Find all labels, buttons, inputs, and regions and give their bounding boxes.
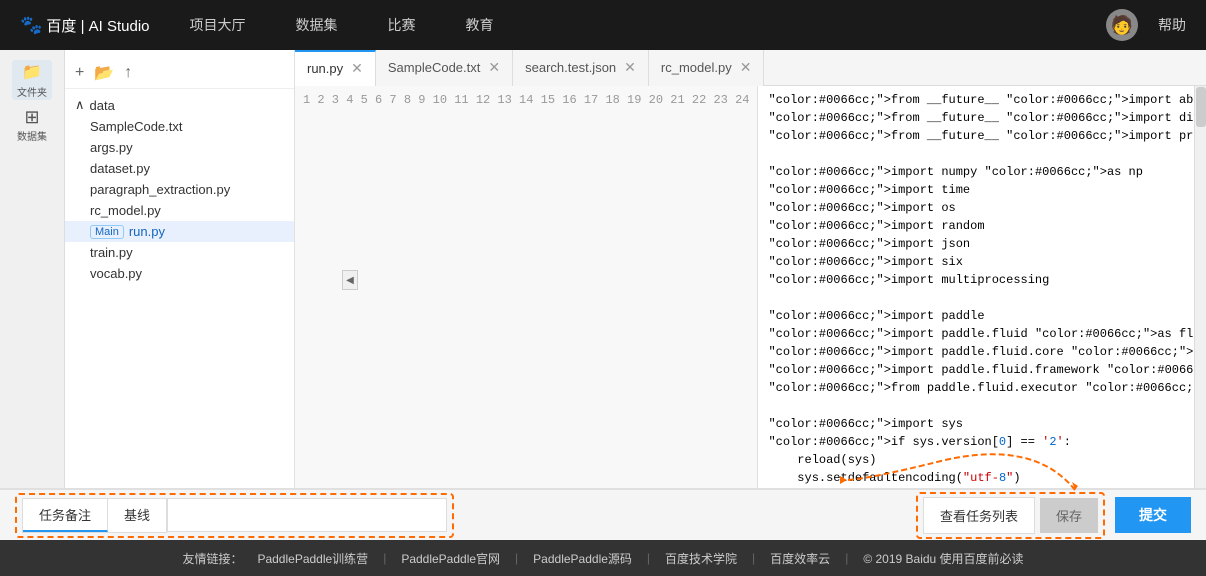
submit-button[interactable]: 提交 — [1115, 497, 1191, 533]
code-content[interactable]: "color:#0066cc;">from __future__ "color:… — [758, 86, 1194, 488]
view-tasks-button[interactable]: 查看任务列表 — [923, 497, 1035, 534]
logo: 🐾 百度 | AI Studio — [20, 15, 150, 36]
file-vocab[interactable]: vocab.py — [65, 263, 294, 284]
logo-text: 百度 | AI Studio — [46, 15, 149, 36]
nav-links: 项目大厅 数据集 比赛 教育 — [190, 15, 1106, 35]
file-label-runpy: run.py — [129, 224, 165, 239]
folder-label: data — [90, 98, 115, 113]
footer-baidutechacademy[interactable]: 百度技术学院 — [665, 550, 737, 567]
nav-education[interactable]: 教育 — [466, 15, 494, 35]
tab-close-samplecode[interactable]: ✕ — [488, 59, 500, 76]
file-samplecode[interactable]: SampleCode.txt — [65, 116, 294, 137]
tab-runpy[interactable]: run.py ✕ — [295, 50, 376, 86]
tab-label-samplecode: SampleCode.txt — [388, 60, 481, 75]
tab-label-searchtest: search.test.json — [525, 60, 616, 75]
nav-datasets[interactable]: 数据集 — [296, 15, 338, 35]
file-folder-icon: 📁 — [22, 62, 42, 82]
file-label-vocab: vocab.py — [90, 266, 142, 281]
tab-samplecode[interactable]: SampleCode.txt ✕ — [376, 50, 513, 86]
file-dataset[interactable]: dataset.py — [65, 158, 294, 179]
grid-icon: ⊞ — [24, 107, 39, 128]
file-tree-header: + 📂 ↑ — [65, 58, 294, 89]
tab-label-rcmodel: rc_model.py — [661, 60, 732, 75]
file-label-rcmodel: rc_model.py — [90, 203, 161, 218]
footer: 友情链接： PaddlePaddle训练营 | PaddlePaddle官网 |… — [0, 540, 1206, 576]
baidu-paw-icon: 🐾 — [20, 15, 42, 36]
tab-task-notes[interactable]: 任务备注 — [23, 499, 108, 532]
sidebar-files[interactable]: 📁 文件夹 — [12, 60, 52, 100]
tab-close-runpy[interactable]: ✕ — [351, 60, 363, 77]
sidebar: 📁 文件夹 ⊞ 数据集 — [0, 50, 65, 488]
new-folder-button[interactable]: 📂 — [94, 63, 114, 83]
bottom-tabs-section: 任务备注 基线 — [15, 493, 454, 538]
sidebar-files-label: 文件夹 — [17, 84, 47, 99]
help-link[interactable]: 帮助 — [1158, 15, 1186, 35]
right-action-section: 查看任务列表 保存 — [916, 492, 1105, 539]
file-tree: + 📂 ↑ ∧ data SampleCode.txt args.py data… — [65, 50, 295, 488]
nav-right: 🧑 帮助 — [1106, 9, 1186, 41]
new-file-button[interactable]: + — [75, 64, 84, 82]
file-label-paragraph: paragraph_extraction.py — [90, 182, 230, 197]
file-label-dataset: dataset.py — [90, 161, 150, 176]
tab-label-runpy: run.py — [307, 61, 343, 76]
top-navigation: 🐾 百度 | AI Studio 项目大厅 数据集 比赛 教育 🧑 帮助 — [0, 0, 1206, 50]
footer-paddleofficial[interactable]: PaddlePaddle官网 — [401, 550, 500, 567]
upload-button[interactable]: ↑ — [124, 64, 132, 82]
dashed-right-group: 查看任务列表 保存 — [916, 492, 1105, 539]
main-tag: Main — [90, 225, 124, 239]
footer-paddlecamp[interactable]: PaddlePaddle训练营 — [257, 550, 368, 567]
main-layout: 📁 文件夹 ⊞ 数据集 + 📂 ↑ ∧ data SampleCode.txt … — [0, 50, 1206, 488]
tab-searchtest[interactable]: search.test.json ✕ — [513, 50, 649, 86]
file-train[interactable]: train.py — [65, 242, 294, 263]
editor-area: run.py ✕ SampleCode.txt ✕ search.test.js… — [295, 50, 1206, 488]
footer-baiduefficiency[interactable]: 百度效率云 — [770, 550, 830, 567]
bottom-bar: 任务备注 基线 查看任务列表 保存 提交 — [0, 488, 1206, 540]
line-numbers: 1 2 3 4 5 6 7 8 9 10 11 12 13 14 15 16 1… — [295, 86, 758, 488]
tab-rcmodel[interactable]: rc_model.py ✕ — [649, 50, 765, 86]
footer-prefix: 友情链接： — [182, 550, 242, 567]
sidebar-datasets-label: 数据集 — [17, 128, 47, 143]
vertical-scrollbar[interactable] — [1194, 86, 1206, 488]
tab-baseline[interactable]: 基线 — [108, 499, 166, 532]
file-label-samplecode: SampleCode.txt — [90, 119, 183, 134]
code-editor[interactable]: 1 2 3 4 5 6 7 8 9 10 11 12 13 14 15 16 1… — [295, 86, 1206, 488]
file-label-train: train.py — [90, 245, 133, 260]
file-args[interactable]: args.py — [65, 137, 294, 158]
file-rcmodel[interactable]: rc_model.py — [65, 200, 294, 221]
avatar[interactable]: 🧑 — [1106, 9, 1138, 41]
task-input[interactable] — [167, 498, 447, 532]
collapse-panel-button[interactable]: ◀ — [342, 270, 358, 290]
nav-projects[interactable]: 项目大厅 — [190, 15, 246, 35]
file-paragraph[interactable]: paragraph_extraction.py — [65, 179, 294, 200]
nav-competition[interactable]: 比赛 — [388, 15, 416, 35]
sidebar-datasets[interactable]: ⊞ 数据集 — [12, 105, 52, 145]
footer-paddlesource[interactable]: PaddlePaddle源码 — [533, 550, 632, 567]
tab-close-searchtest[interactable]: ✕ — [624, 59, 636, 76]
bottom-tabs: 任务备注 基线 — [22, 498, 167, 533]
folder-data[interactable]: ∧ data — [65, 94, 294, 116]
save-button[interactable]: 保存 — [1040, 498, 1098, 533]
editor-tabs: run.py ✕ SampleCode.txt ✕ search.test.js… — [295, 50, 1206, 86]
scrollbar-thumb[interactable] — [1196, 87, 1206, 127]
footer-copyright: © 2019 Baidu 使用百度前必读 — [863, 550, 1023, 567]
file-label-args: args.py — [90, 140, 133, 155]
tab-close-rcmodel[interactable]: ✕ — [740, 59, 752, 76]
file-runpy[interactable]: Main run.py — [65, 221, 294, 242]
chevron-down-icon: ∧ — [75, 97, 85, 113]
